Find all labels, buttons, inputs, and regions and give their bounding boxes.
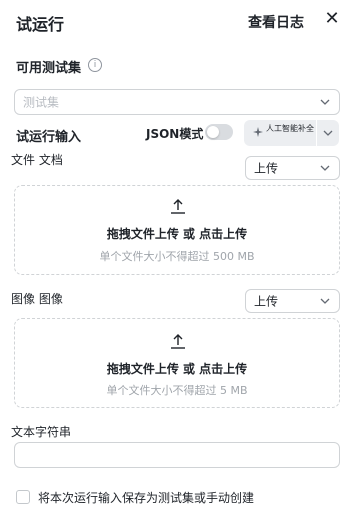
- dataset-select[interactable]: 测试集: [14, 89, 340, 115]
- panel-title: 试运行: [16, 15, 65, 34]
- chevron-down-icon: [323, 130, 333, 136]
- file-field-label: 文件 文档: [11, 153, 63, 167]
- file-upload-title: 拖拽文件上传 或 点击上传: [106, 227, 248, 241]
- chevron-down-icon: [320, 165, 330, 171]
- run-input-label: 试运行输入: [16, 130, 82, 145]
- image-field-label: 图像 图像: [11, 292, 63, 306]
- sparkle-icon: [253, 127, 263, 137]
- text-field-label: 文本字符串: [11, 425, 72, 439]
- upload-icon: [171, 334, 185, 349]
- file-dropzone[interactable]: 拖拽文件上传 或 点击上传 单个文件大小不得超过 500 MB: [14, 185, 340, 275]
- info-icon[interactable]: i: [88, 58, 102, 72]
- save-as-testset-label: 将本次运行输入保存为测试集或手动创建: [38, 491, 255, 505]
- image-upload-title: 拖拽文件上传 或 点击上传: [106, 362, 248, 376]
- close-icon[interactable]: ✕: [322, 9, 342, 29]
- ai-complete-label: 人工智能补全: [266, 124, 314, 133]
- toggle-knob: [207, 126, 219, 138]
- image-upload-hint: 单个文件大小不得超过 5 MB: [106, 384, 248, 397]
- ai-complete-button[interactable]: 人工智能补全: [244, 120, 316, 146]
- image-mode-value: 上传: [254, 294, 279, 309]
- ai-complete-dropdown[interactable]: [317, 120, 339, 146]
- image-dropzone[interactable]: 拖拽文件上传 或 点击上传 单个文件大小不得超过 5 MB: [14, 318, 340, 408]
- json-mode-toggle[interactable]: [205, 124, 233, 140]
- text-string-input[interactable]: [14, 442, 340, 468]
- save-as-testset-checkbox[interactable]: [16, 490, 30, 504]
- dataset-label: 可用测试集: [16, 61, 82, 76]
- json-mode-label: JSON模式: [146, 127, 204, 141]
- file-mode-select[interactable]: 上传: [245, 156, 340, 180]
- dataset-select-placeholder: 测试集: [23, 95, 60, 110]
- file-mode-value: 上传: [254, 161, 279, 176]
- chevron-down-icon: [320, 298, 330, 304]
- chevron-down-icon: [320, 99, 330, 105]
- view-logs-link[interactable]: 查看日志: [248, 12, 304, 32]
- file-upload-hint: 单个文件大小不得超过 500 MB: [99, 250, 255, 263]
- image-mode-select[interactable]: 上传: [245, 289, 340, 313]
- upload-icon: [171, 199, 185, 214]
